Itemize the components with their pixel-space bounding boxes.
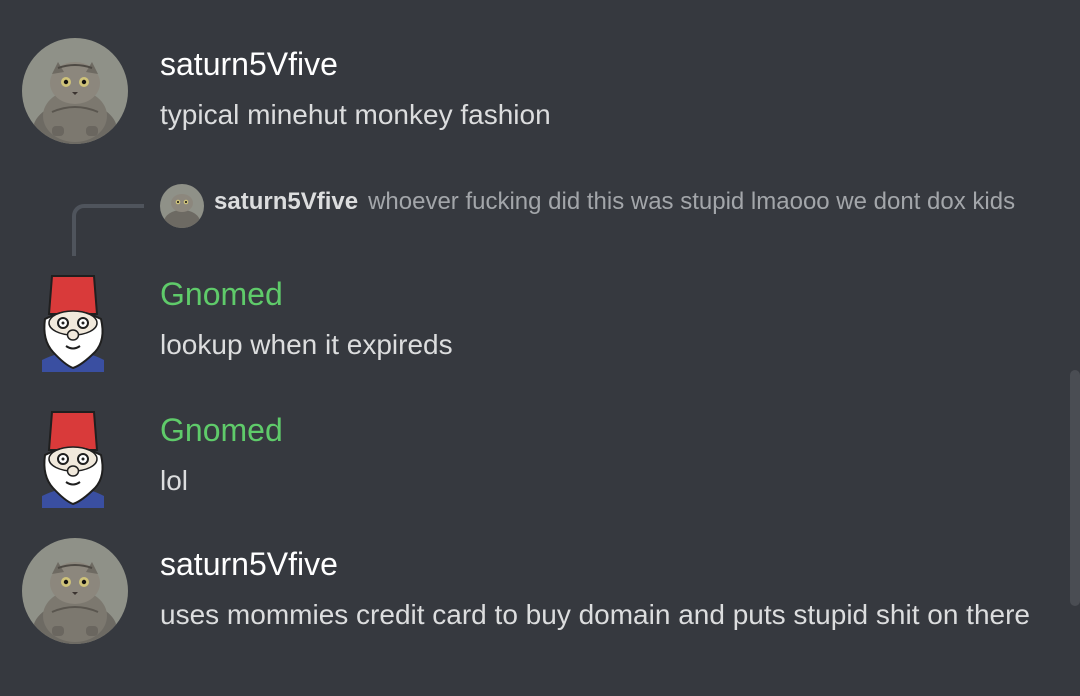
reply-preview[interactable]: saturn5Vfive whoever fucking did this was… [160, 184, 1060, 220]
chat-message: Gnomed lookup when it expireds [0, 260, 1060, 380]
cat-avatar-image [22, 38, 128, 144]
reply-author[interactable]: saturn5Vfive [214, 188, 358, 215]
chat-message: Gnomed lol [0, 396, 1060, 516]
message-author[interactable]: Gnomed [160, 410, 283, 450]
cat-avatar-image [22, 538, 128, 644]
gnome-avatar[interactable] [22, 266, 128, 372]
gnome-avatar[interactable] [22, 402, 128, 508]
gnome-avatar-image [42, 411, 104, 508]
cat-avatar[interactable] [22, 38, 128, 144]
scrollbar[interactable] [1070, 370, 1080, 606]
chat-message: saturn5Vfive uses mommies credit card to… [0, 530, 1060, 696]
message-text: typical minehut monkey fashion [160, 99, 551, 130]
message-text: uses mommies credit card to buy domain a… [160, 599, 1030, 630]
gnome-avatar-image [42, 275, 104, 372]
message-author[interactable]: saturn5Vfive [160, 44, 338, 84]
message-text: lol [160, 465, 189, 496]
reply-connector [72, 204, 144, 256]
cat-avatar[interactable] [22, 538, 128, 644]
message-author[interactable]: saturn5Vfive [160, 544, 338, 584]
chat-message: saturn5Vfive typical minehut monkey fash… [0, 0, 1060, 170]
message-text: lookup when it expireds [160, 329, 453, 360]
reply-text: whoever fucking did this was stupid lmao… [368, 188, 1016, 215]
message-author[interactable]: Gnomed [160, 274, 283, 314]
